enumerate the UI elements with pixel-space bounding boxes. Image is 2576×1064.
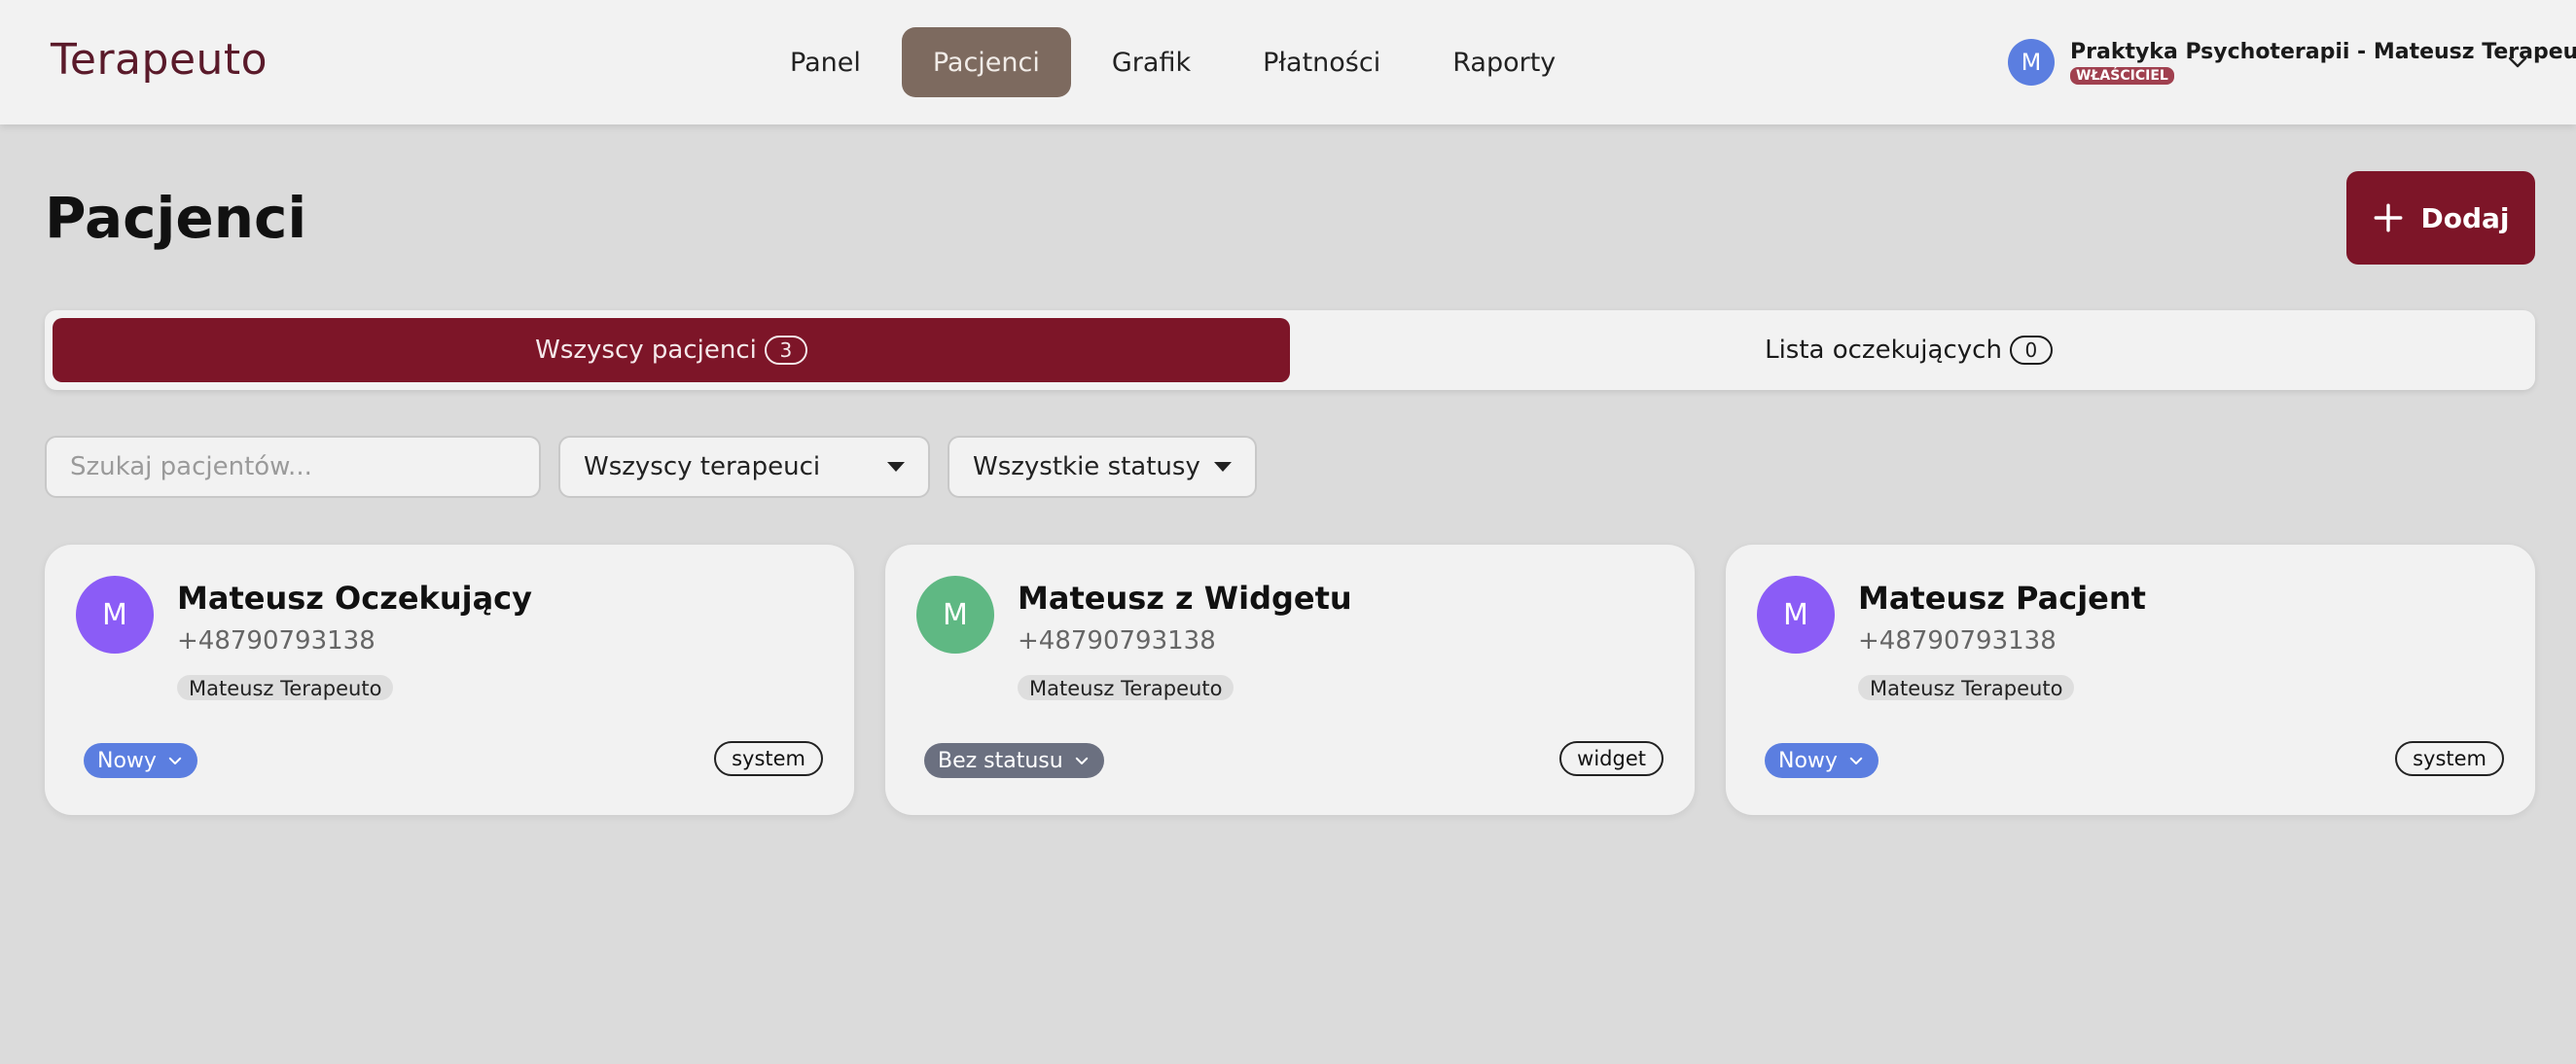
chevron-down-icon [168,757,182,764]
patient-card[interactable]: M Mateusz Pacjent +48790793138 Mateusz T… [1726,545,2535,815]
add-button-label: Dodaj [2420,201,2510,234]
source-badge: system [2395,741,2504,776]
patient-name[interactable]: Mateusz Pacjent [1858,580,2146,617]
tab-label: Lista oczekujących [1765,336,2002,365]
nav-item-pacjenci[interactable]: Pacjenci [901,27,1071,97]
page-title: Pacjenci [45,185,307,251]
therapist-badge: Mateusz Terapeuto [1018,675,1234,700]
caret-down-icon [887,462,905,472]
filters-bar: Wszyscy terapeuci Wszystkie statusy [45,436,1257,498]
nav-item-raporty[interactable]: Raporty [1421,27,1587,97]
status-label: Bez statusu [938,748,1063,773]
patient-phone: +48790793138 [1018,626,1216,656]
patient-avatar: M [1757,576,1835,654]
user-avatar: M [2008,39,2055,86]
therapist-badge: Mateusz Terapeuto [177,675,394,700]
user-info: Praktyka Psychoterapii - Mateusz Terapeu… [2070,40,2576,85]
therapist-select-value: Wszyscy terapeuci [584,452,821,481]
tab-label: Wszyscy pacjenci [535,336,757,365]
user-menu[interactable]: M Praktyka Psychoterapii - Mateusz Terap… [2008,39,2576,86]
nav-item-panel[interactable]: Panel [759,27,892,97]
patient-card[interactable]: M Mateusz z Widgetu +48790793138 Mateusz… [885,545,1695,815]
patient-phone: +48790793138 [1858,626,2057,656]
app-logo[interactable]: Terapeuto [51,35,268,85]
status-label: Nowy [97,748,157,773]
chevron-down-icon [1075,757,1088,764]
therapist-select[interactable]: Wszyscy terapeuci [558,436,930,498]
tab-all-patients[interactable]: Wszyscy pacjenci 3 [53,318,1290,382]
status-label: Nowy [1778,748,1838,773]
source-badge: system [714,741,823,776]
nav-item-grafik[interactable]: Grafik [1081,27,1222,97]
patient-tabs: Wszyscy pacjenci 3 Lista oczekujących 0 [45,310,2535,390]
status-dropdown[interactable]: Nowy [1765,743,1878,778]
status-select-value: Wszystkie statusy [973,452,1200,481]
chevron-down-icon [1849,757,1863,764]
tab-waiting-list[interactable]: Lista oczekujących 0 [1290,318,2527,382]
patient-card[interactable]: M Mateusz Oczekujący +48790793138 Mateus… [45,545,854,815]
source-badge: widget [1559,741,1664,776]
patient-name[interactable]: Mateusz Oczekujący [177,580,532,617]
patient-phone: +48790793138 [177,626,376,656]
nav-item-platnosci[interactable]: Płatności [1232,27,1412,97]
tab-count-badge: 0 [2009,336,2053,365]
main-nav: Panel Pacjenci Grafik Płatności Raporty [759,27,1587,97]
add-patient-button[interactable]: Dodaj [2346,171,2535,265]
chevron-down-icon[interactable] [2506,51,2529,74]
status-dropdown[interactable]: Nowy [84,743,197,778]
user-name: Praktyka Psychoterapii - Mateusz Terapeu… [2070,40,2576,64]
search-input[interactable] [45,436,541,498]
patient-avatar: M [76,576,154,654]
patient-name[interactable]: Mateusz z Widgetu [1018,580,1352,617]
therapist-badge: Mateusz Terapeuto [1858,675,2075,700]
top-bar: Terapeuto Panel Pacjenci Grafik Płatnośc… [0,0,2576,124]
patient-avatar: M [916,576,994,654]
tab-count-badge: 3 [764,336,807,365]
status-dropdown[interactable]: Bez statusu [924,743,1104,778]
plus-icon [2375,203,2403,232]
user-role-badge: WŁAŚCICIEL [2070,67,2174,85]
status-select[interactable]: Wszystkie statusy [948,436,1257,498]
patient-cards: M Mateusz Oczekujący +48790793138 Mateus… [45,545,2535,815]
caret-down-icon [1214,462,1232,472]
